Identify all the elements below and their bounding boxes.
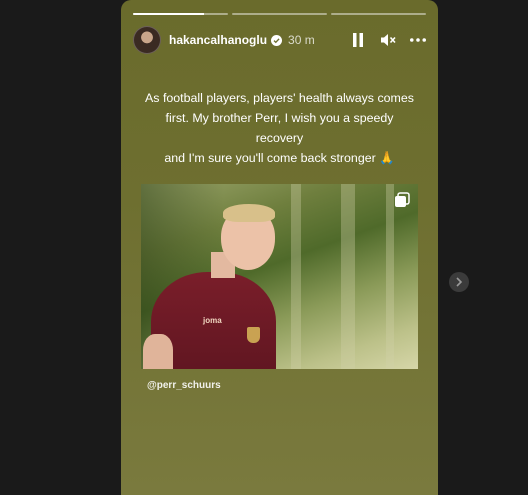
avatar[interactable] <box>133 26 161 54</box>
caption-line: As football players, players' health alw… <box>145 91 414 105</box>
story-progress-bar <box>133 13 426 15</box>
pause-icon[interactable] <box>350 32 366 48</box>
shared-post-photo[interactable]: joma <box>141 184 418 369</box>
multiple-images-icon <box>395 192 410 207</box>
next-story-button[interactable] <box>449 272 469 292</box>
tree-trunk <box>386 184 394 369</box>
caption-line: and I'm sure you'll come back stronger 🙏 <box>164 151 395 165</box>
mention-sticker[interactable]: @perr_schuurs <box>147 380 221 391</box>
story-viewer[interactable]: hakancalhanoglu 30 m As football players… <box>121 0 438 495</box>
username[interactable]: hakancalhanoglu <box>169 33 267 47</box>
progress-segment <box>232 13 327 15</box>
progress-segment <box>133 13 228 15</box>
more-icon[interactable] <box>410 32 426 48</box>
tree-trunk <box>341 184 355 369</box>
tree-trunk <box>291 184 301 369</box>
progress-segment <box>331 13 426 15</box>
verified-badge-icon <box>271 34 283 46</box>
player-arm <box>143 334 173 369</box>
player-hair <box>223 204 275 222</box>
story-header: hakancalhanoglu 30 m <box>133 26 426 54</box>
caption-line: first. My brother Perr, I wish you a spe… <box>165 111 394 145</box>
jersey-sponsor: joma <box>203 316 222 325</box>
story-controls <box>350 32 426 48</box>
chevron-right-icon <box>456 277 463 287</box>
mute-icon[interactable] <box>380 32 396 48</box>
story-caption: As football players, players' health alw… <box>141 88 418 168</box>
club-crest <box>247 327 260 343</box>
timestamp: 30 m <box>288 33 315 47</box>
